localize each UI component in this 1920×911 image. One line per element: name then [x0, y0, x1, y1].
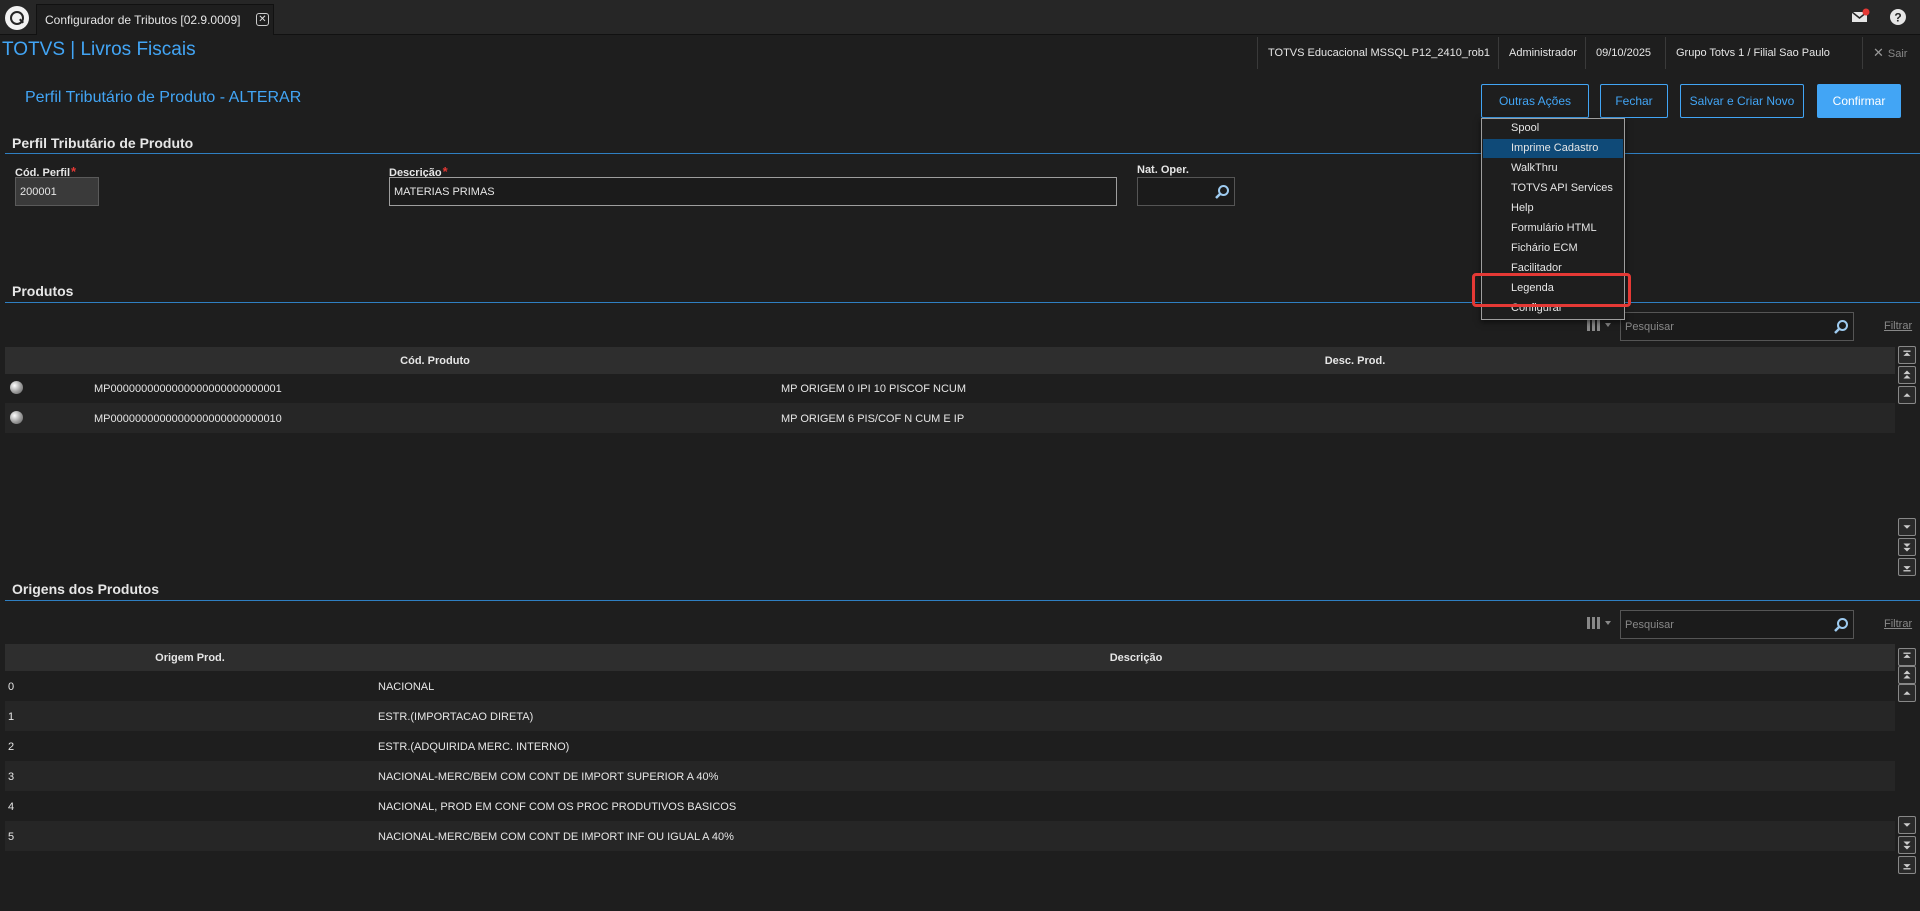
cell-desc-prod: MP ORIGEM 0 IPI 10 PISCOF NCUM [781, 383, 966, 395]
section-divider [5, 302, 1920, 303]
scroll-last-icon[interactable] [1898, 856, 1916, 874]
descricao-field[interactable]: MATERIAS PRIMAS [389, 177, 1117, 206]
menu-item-spool[interactable]: Spool [1483, 119, 1623, 138]
svg-text:?: ? [1894, 11, 1901, 25]
environment-info: TOTVS Educacional MSSQL P12_2410_rob1 [1257, 37, 1500, 69]
top-tab-bar: Configurador de Tributos [02.9.0009] ✕ ? [0, 0, 1920, 35]
table-row[interactable]: 3 NACIONAL-MERC/BEM COM CONT DE IMPORT S… [5, 761, 1895, 791]
cell-descricao: ESTR.(IMPORTACAO DIRETA) [378, 711, 534, 723]
filtrar-link[interactable]: Filtrar [1884, 618, 1912, 630]
col-descricao[interactable]: Descrição [1110, 652, 1163, 664]
origens-grid-header: Origem Prod. Descrição [5, 644, 1895, 671]
scroll-up-icon[interactable] [1898, 386, 1916, 404]
columns-icon[interactable] [1580, 610, 1618, 636]
logout-button[interactable]: ✕ Sair [1862, 37, 1920, 69]
cell-origem: 2 [8, 741, 15, 753]
cell-origem: 0 [8, 681, 15, 693]
cell-cod-produto: MP0000000000000000000000000010 [94, 413, 282, 425]
fechar-button[interactable]: Fechar [1600, 84, 1668, 118]
scroll-down-icon[interactable] [1898, 816, 1916, 834]
search-icon[interactable] [1833, 319, 1849, 335]
menu-item-formulario-html[interactable]: Formulário HTML [1483, 219, 1623, 238]
cell-desc-prod: MP ORIGEM 6 PIS/COF N CUM E IP [781, 413, 965, 425]
table-row[interactable]: 4 NACIONAL, PROD EM CONF COM OS PROC PRO… [5, 791, 1895, 821]
scroll-page-up-icon[interactable] [1898, 666, 1916, 684]
date-info: 09/10/2025 [1585, 37, 1661, 69]
section-divider [5, 153, 1920, 154]
section-perfil-title: Perfil Tributário de Produto [12, 135, 194, 151]
produtos-search-input[interactable]: Pesquisar [1620, 312, 1854, 341]
menu-item-fichario-ecm[interactable]: Fichário ECM [1483, 239, 1623, 258]
section-divider [5, 600, 1920, 601]
company-info: Grupo Totvs 1 / Filial Sao Paulo [1665, 37, 1840, 69]
menu-item-help[interactable]: Help [1483, 199, 1623, 218]
cell-descricao: NACIONAL-MERC/BEM COM CONT DE IMPORT SUP… [378, 771, 719, 783]
logout-label: Sair [1887, 48, 1908, 60]
cell-descricao: NACIONAL-MERC/BEM COM CONT DE IMPORT INF… [378, 831, 734, 843]
confirmar-button[interactable]: Confirmar [1817, 84, 1901, 118]
search-placeholder: Pesquisar [1625, 619, 1674, 631]
close-icon: ✕ [1873, 45, 1884, 60]
help-icon[interactable]: ? [1888, 7, 1908, 27]
menu-item-facilitador[interactable]: Facilitador [1483, 259, 1623, 271]
cell-origem: 4 [8, 801, 15, 813]
cell-origem: 3 [8, 771, 15, 783]
brand-title: TOTVS | Livros Fiscais [2, 39, 196, 60]
cod-perfil-field[interactable]: 200001 [15, 177, 99, 206]
search-icon[interactable] [1214, 184, 1230, 200]
cell-descricao: ESTR.(ADQUIRIDA MERC. INTERNO) [378, 741, 570, 753]
table-row[interactable]: 1 ESTR.(IMPORTACAO DIRETA) [5, 701, 1895, 731]
table-row[interactable]: 2 ESTR.(ADQUIRIDA MERC. INTERNO) [5, 731, 1895, 761]
scroll-first-icon[interactable] [1898, 346, 1916, 364]
cell-descricao: NACIONAL [378, 681, 435, 693]
table-row[interactable]: 5 NACIONAL-MERC/BEM COM CONT DE IMPORT I… [5, 821, 1895, 851]
cell-cod-produto: MP0000000000000000000000000001 [94, 383, 282, 395]
scroll-last-icon[interactable] [1898, 558, 1916, 576]
outras-acoes-button[interactable]: Outras Ações [1481, 84, 1589, 118]
cell-descricao: NACIONAL, PROD EM CONF COM OS PROC PRODU… [378, 801, 737, 813]
col-origem-prod[interactable]: Origem Prod. [155, 652, 225, 664]
mail-icon[interactable] [1850, 8, 1870, 26]
filtrar-link[interactable]: Filtrar [1884, 320, 1912, 332]
tab-title: Configurador de Tributos [02.9.0009] [45, 13, 241, 27]
cell-origem: 1 [8, 711, 15, 723]
status-legend-icon[interactable] [10, 411, 23, 424]
section-produtos-title: Produtos [12, 283, 74, 299]
origens-search-input[interactable]: Pesquisar [1620, 610, 1854, 639]
page-title: Perfil Tributário de Produto - ALTERAR [25, 89, 302, 106]
search-placeholder: Pesquisar [1625, 321, 1674, 333]
legenda-highlight-box [1472, 273, 1631, 307]
section-origens-title: Origens dos Produtos [12, 581, 160, 597]
col-cod-produto[interactable]: Cód. Produto [400, 355, 470, 367]
scroll-page-up-icon[interactable] [1898, 366, 1916, 384]
scroll-page-down-icon[interactable] [1898, 538, 1916, 556]
table-row[interactable]: MP0000000000000000000000000010 MP ORIGEM… [5, 403, 1895, 433]
produtos-grid-header: Cód. Produto Desc. Prod. [5, 347, 1895, 374]
scroll-first-icon[interactable] [1898, 648, 1916, 666]
nat-oper-label: Nat. Oper. [1137, 164, 1189, 176]
table-row[interactable]: MP0000000000000000000000000001 MP ORIGEM… [5, 373, 1895, 403]
user-info: Administrador [1498, 37, 1587, 69]
status-legend-icon[interactable] [10, 381, 23, 394]
tab-configurador[interactable]: Configurador de Tributos [02.9.0009] ✕ [36, 4, 274, 35]
scroll-page-down-icon[interactable] [1898, 836, 1916, 854]
cell-origem: 5 [8, 831, 15, 843]
close-icon[interactable]: ✕ [256, 13, 269, 26]
menu-item-imprime-cadastro[interactable]: Imprime Cadastro [1483, 139, 1623, 158]
scroll-up-icon[interactable] [1898, 684, 1916, 702]
col-desc-prod[interactable]: Desc. Prod. [1325, 355, 1386, 367]
scroll-down-icon[interactable] [1898, 518, 1916, 536]
menu-item-totvs-api-services[interactable]: TOTVS API Services [1483, 179, 1623, 198]
nat-oper-field[interactable] [1137, 177, 1235, 206]
table-row[interactable]: 0 NACIONAL [5, 671, 1895, 701]
search-icon[interactable] [1833, 617, 1849, 633]
menu-item-walkthru[interactable]: WalkThru [1483, 159, 1623, 178]
salvar-criar-novo-button[interactable]: Salvar e Criar Novo [1680, 84, 1804, 118]
totvs-logo-icon[interactable] [5, 6, 29, 30]
